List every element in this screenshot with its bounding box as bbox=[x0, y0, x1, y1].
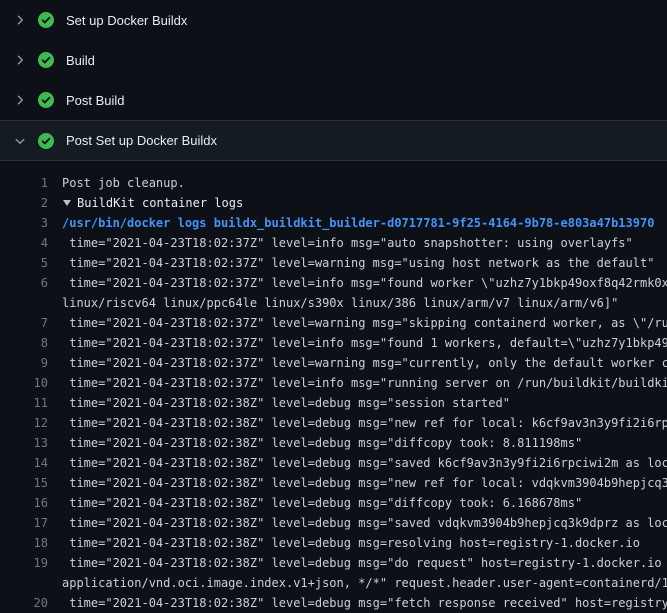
line-text: time="2021-04-23T18:02:37Z" level=info m… bbox=[48, 373, 667, 393]
line-number[interactable]: 4 bbox=[0, 233, 48, 253]
line-number[interactable]: 14 bbox=[0, 453, 48, 473]
check-circle-icon bbox=[38, 92, 54, 108]
line-number[interactable]: 7 bbox=[0, 313, 48, 333]
log-line: 15 time="2021-04-23T18:02:38Z" level=deb… bbox=[0, 473, 667, 493]
line-text: time="2021-04-23T18:02:37Z" level=warnin… bbox=[48, 253, 667, 273]
log-line: 3 /usr/bin/docker logs buildx_buildkit_b… bbox=[0, 213, 667, 233]
chevron-icon[interactable] bbox=[12, 94, 28, 106]
line-number[interactable]: 9 bbox=[0, 353, 48, 373]
step-row[interactable]: Post Build bbox=[0, 80, 667, 120]
log-line: 13 time="2021-04-23T18:02:38Z" level=deb… bbox=[0, 433, 667, 453]
line-number[interactable]: 5 bbox=[0, 253, 48, 273]
log-line: 8 time="2021-04-23T18:02:37Z" level=info… bbox=[0, 333, 667, 353]
log-line: 19 time="2021-04-23T18:02:38Z" level=deb… bbox=[0, 553, 667, 573]
step-row[interactable]: Build bbox=[0, 40, 667, 80]
log-line: 4 time="2021-04-23T18:02:37Z" level=info… bbox=[0, 233, 667, 253]
line-text: Post job cleanup. bbox=[48, 173, 667, 193]
chevron-icon[interactable] bbox=[12, 135, 28, 147]
line-number[interactable]: 19 bbox=[0, 553, 48, 573]
line-text: time="2021-04-23T18:02:38Z" level=debug … bbox=[48, 393, 667, 413]
line-number[interactable]: 2 bbox=[0, 193, 48, 213]
line-text: time="2021-04-23T18:02:38Z" level=debug … bbox=[48, 433, 667, 453]
check-circle-icon bbox=[38, 12, 54, 28]
log-line: 17 time="2021-04-23T18:02:38Z" level=deb… bbox=[0, 513, 667, 533]
line-text: time="2021-04-23T18:02:37Z" level=info m… bbox=[48, 233, 667, 253]
step-label: Set up Docker Buildx bbox=[66, 13, 187, 28]
log-line: 5 time="2021-04-23T18:02:37Z" level=warn… bbox=[0, 253, 667, 273]
line-number[interactable]: 1 bbox=[0, 173, 48, 193]
line-text: time="2021-04-23T18:02:37Z" level=warnin… bbox=[48, 353, 667, 373]
line-number[interactable]: 17 bbox=[0, 513, 48, 533]
check-circle-icon bbox=[38, 133, 54, 149]
line-number[interactable]: 12 bbox=[0, 413, 48, 433]
log-line: 16 time="2021-04-23T18:02:38Z" level=deb… bbox=[0, 493, 667, 513]
check-circle-icon bbox=[38, 52, 54, 68]
log-line[interactable]: 2 BuildKit container logs bbox=[0, 193, 667, 213]
line-number[interactable]: 6 bbox=[0, 273, 48, 293]
line-number[interactable]: 18 bbox=[0, 533, 48, 553]
line-number[interactable] bbox=[0, 293, 48, 313]
line-text: time="2021-04-23T18:02:38Z" level=debug … bbox=[48, 593, 667, 613]
line-text: BuildKit container logs bbox=[71, 193, 667, 213]
chevron-icon[interactable] bbox=[12, 54, 28, 66]
log-line: 6 time="2021-04-23T18:02:37Z" level=info… bbox=[0, 273, 667, 293]
line-text: time="2021-04-23T18:02:38Z" level=debug … bbox=[48, 413, 667, 433]
log-line: 14 time="2021-04-23T18:02:38Z" level=deb… bbox=[0, 453, 667, 473]
line-text: time="2021-04-23T18:02:38Z" level=debug … bbox=[48, 533, 667, 553]
log-line: 10 time="2021-04-23T18:02:37Z" level=inf… bbox=[0, 373, 667, 393]
line-number[interactable]: 15 bbox=[0, 473, 48, 493]
log-lines: 1 Post job cleanup. 2 BuildKit container… bbox=[0, 161, 667, 613]
step-label: Build bbox=[66, 53, 95, 68]
line-number[interactable]: 20 bbox=[0, 593, 48, 613]
line-number[interactable]: 11 bbox=[0, 393, 48, 413]
log-line: application/vnd.oci.image.index.v1+json,… bbox=[0, 573, 667, 593]
actions-log-viewer: Set up Docker Buildx Build Post Buil bbox=[0, 0, 667, 613]
line-number[interactable]: 13 bbox=[0, 433, 48, 453]
line-text: /usr/bin/docker logs buildx_buildkit_bui… bbox=[48, 213, 667, 233]
step-row[interactable]: Set up Docker Buildx bbox=[0, 0, 667, 40]
caret-down-icon bbox=[63, 200, 71, 206]
line-number[interactable] bbox=[0, 573, 48, 593]
log-line: 20 time="2021-04-23T18:02:38Z" level=deb… bbox=[0, 593, 667, 613]
line-text: time="2021-04-23T18:02:38Z" level=debug … bbox=[48, 513, 667, 533]
line-number[interactable]: 8 bbox=[0, 333, 48, 353]
log-line: 1 Post job cleanup. bbox=[0, 173, 667, 193]
line-text: linux/riscv64 linux/ppc64le linux/s390x … bbox=[48, 293, 667, 313]
log-line: 18 time="2021-04-23T18:02:38Z" level=deb… bbox=[0, 533, 667, 553]
line-number[interactable]: 10 bbox=[0, 373, 48, 393]
step-row[interactable]: Post Set up Docker Buildx bbox=[0, 120, 667, 161]
step-label: Post Set up Docker Buildx bbox=[66, 133, 217, 148]
line-number[interactable]: 3 bbox=[0, 213, 48, 233]
step-label: Post Build bbox=[66, 93, 125, 108]
line-text: time="2021-04-23T18:02:37Z" level=info m… bbox=[48, 333, 667, 353]
log-line: 9 time="2021-04-23T18:02:37Z" level=warn… bbox=[0, 353, 667, 373]
chevron-icon[interactable] bbox=[12, 14, 28, 26]
steps-list: Set up Docker Buildx Build Post Buil bbox=[0, 0, 667, 161]
line-number[interactable]: 16 bbox=[0, 493, 48, 513]
line-text: time="2021-04-23T18:02:38Z" level=debug … bbox=[48, 553, 667, 573]
log-line: linux/riscv64 linux/ppc64le linux/s390x … bbox=[0, 293, 667, 313]
line-text: application/vnd.oci.image.index.v1+json,… bbox=[48, 573, 667, 593]
line-text: time="2021-04-23T18:02:37Z" level=info m… bbox=[48, 273, 667, 293]
log-line: 7 time="2021-04-23T18:02:37Z" level=warn… bbox=[0, 313, 667, 333]
line-text: time="2021-04-23T18:02:38Z" level=debug … bbox=[48, 473, 667, 493]
log-line: 12 time="2021-04-23T18:02:38Z" level=deb… bbox=[0, 413, 667, 433]
line-text: time="2021-04-23T18:02:38Z" level=debug … bbox=[48, 453, 667, 473]
line-text: time="2021-04-23T18:02:38Z" level=debug … bbox=[48, 493, 667, 513]
log-line: 11 time="2021-04-23T18:02:38Z" level=deb… bbox=[0, 393, 667, 413]
line-text: time="2021-04-23T18:02:37Z" level=warnin… bbox=[48, 313, 667, 333]
